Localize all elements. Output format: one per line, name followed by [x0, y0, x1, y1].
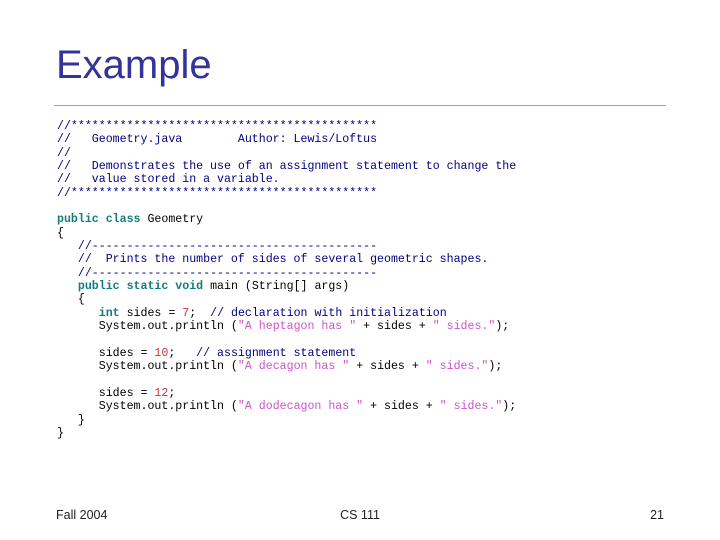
code-token-plain: main (String[] args) [210, 280, 350, 294]
code-listing: //**************************************… [57, 120, 697, 440]
code-token-plain: System.out.println ( [57, 360, 238, 374]
code-token-string: " sides." [432, 320, 496, 334]
code-token-comment: //--------------------------------------… [77, 240, 378, 254]
code-line: System.out.println ("A heptagon has " + … [57, 320, 697, 333]
code-line: //--------------------------------------… [57, 267, 697, 280]
code-token-comment: // value stored in a variable. [57, 173, 280, 187]
code-token-number: 10 [154, 346, 169, 360]
code-token-comment: // Demonstrates the use of an assignment… [57, 160, 517, 174]
code-token-plain: System.out.println ( [57, 320, 238, 334]
code-token-comment: // declaration with initialization [210, 306, 447, 320]
code-token-comment: //**************************************… [57, 186, 378, 200]
code-token-keyword: public class [57, 213, 148, 227]
code-line: // Geometry.java Author: Lewis/Loftus [57, 133, 697, 146]
code-token-comment: // Geometry.java Author: Lewis/Loftus [57, 133, 378, 147]
code-token-comment: // Prints the number of sides of several… [77, 253, 489, 267]
code-line: } [57, 427, 697, 440]
code-line: { [57, 293, 697, 306]
code-line: } [57, 414, 697, 427]
code-token-plain: ); [502, 400, 517, 414]
code-token-plain: + sides + [349, 360, 426, 374]
code-line: // [57, 147, 697, 160]
code-token-plain: Geometry [147, 213, 204, 227]
code-line: { [57, 227, 697, 240]
slide: Example //******************************… [0, 0, 720, 540]
code-token-plain: } [57, 426, 64, 440]
code-line: sides = 12; [57, 387, 697, 400]
code-line: System.out.println ("A dodecagon has " +… [57, 400, 697, 413]
code-token-plain: + sides + [363, 400, 440, 414]
code-line: int sides = 7; // declaration with initi… [57, 307, 697, 320]
title-divider [54, 105, 666, 106]
code-token-plain: sides = [57, 346, 155, 360]
code-line: //**************************************… [57, 187, 697, 200]
code-token-comment: //**************************************… [57, 120, 378, 133]
code-line: // Demonstrates the use of an assignment… [57, 160, 697, 173]
code-line: // Prints the number of sides of several… [57, 253, 697, 266]
code-token-string: " sides." [425, 360, 489, 374]
code-token-string: "A heptagon has " [237, 320, 357, 334]
code-token-plain: ; [168, 386, 176, 400]
code-token-plain: { [57, 226, 64, 240]
code-token-comment: //--------------------------------------… [77, 266, 378, 280]
code-token-plain: { [57, 293, 85, 307]
code-token-plain: ); [495, 320, 510, 334]
code-token-string: "A dodecagon has " [237, 400, 364, 414]
code-token-comment: // [57, 146, 71, 160]
footer-page-number: 21 [650, 508, 664, 522]
code-token-plain: ); [488, 360, 503, 374]
code-line: // value stored in a variable. [57, 173, 697, 186]
code-line: public class Geometry [57, 213, 697, 226]
code-line: System.out.println ("A decagon has " + s… [57, 360, 697, 373]
code-token-keyword: public static void [77, 280, 211, 294]
code-token-string: "A decagon has " [237, 360, 350, 374]
code-token-plain: sides = [57, 386, 155, 400]
code-token-comment: // assignment statement [196, 346, 357, 360]
code-line: //**************************************… [57, 120, 697, 133]
code-token-number: 12 [154, 386, 169, 400]
code-token-plain: } [57, 413, 85, 427]
code-line: public static void main (String[] args) [57, 280, 697, 293]
code-token-plain: + sides + [356, 320, 433, 334]
slide-footer: Fall 2004 CS 111 21 [0, 508, 720, 530]
footer-course: CS 111 [340, 508, 380, 522]
code-token-plain: sides = [126, 306, 183, 320]
code-token-plain: System.out.println ( [57, 400, 238, 414]
code-token-string: " sides." [439, 400, 503, 414]
code-token-plain: ; [168, 346, 197, 360]
page-title: Example [56, 43, 212, 87]
code-token-keyword: int [98, 306, 127, 320]
code-token-plain: ; [189, 306, 211, 320]
code-line: //--------------------------------------… [57, 240, 697, 253]
code-line: sides = 10; // assignment statement [57, 347, 697, 360]
